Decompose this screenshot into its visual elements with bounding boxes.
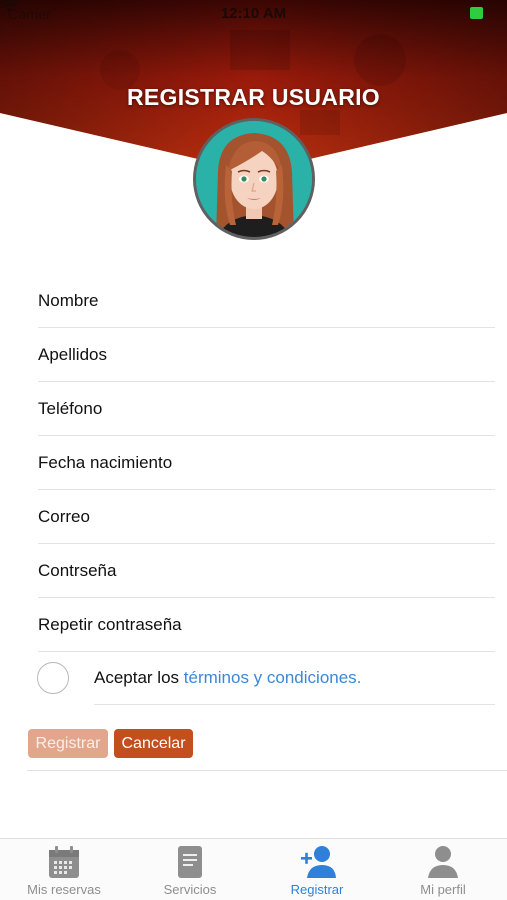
phone-field[interactable]: Teléfono bbox=[38, 382, 495, 436]
tab-registrar-label: Registrar bbox=[290, 882, 344, 897]
tab-registrar[interactable]: Registrar bbox=[254, 839, 380, 900]
password-field[interactable]: Contrseña bbox=[38, 544, 495, 598]
battery-icon bbox=[470, 7, 483, 19]
email-field[interactable]: Correo bbox=[38, 490, 495, 544]
status-time: 12:10 AM bbox=[220, 5, 287, 22]
registration-form: Nombre Apellidos Teléfono Fecha nacimien… bbox=[0, 274, 507, 652]
name-field-label: Nombre bbox=[38, 291, 99, 310]
terms-divider bbox=[94, 704, 495, 705]
phone-field-label: Teléfono bbox=[38, 399, 103, 418]
terms-checkbox[interactable] bbox=[37, 662, 69, 694]
terms-link[interactable]: términos y condiciones. bbox=[184, 668, 362, 687]
avatar-portrait-icon bbox=[196, 121, 312, 237]
status-bar: Carrier 12:10 AM bbox=[0, 0, 507, 28]
tab-bar: Mis reservas Servicios Registrar Mi perf… bbox=[0, 838, 507, 900]
terms-row: Aceptar los términos y condiciones. bbox=[0, 651, 507, 705]
tab-servicios[interactable]: Servicios bbox=[127, 839, 253, 900]
repeat-password-field[interactable]: Repetir contraseña bbox=[38, 598, 495, 652]
surname-field-label: Apellidos bbox=[38, 345, 107, 364]
surname-field[interactable]: Apellidos bbox=[38, 328, 495, 382]
cancel-button[interactable]: Cancelar bbox=[114, 729, 193, 758]
register-button[interactable]: Registrar bbox=[28, 729, 108, 758]
terms-prefix: Aceptar los bbox=[94, 668, 184, 687]
password-field-label: Contrseña bbox=[38, 561, 117, 580]
tab-mis-reservas[interactable]: Mis reservas bbox=[1, 839, 127, 900]
person-icon bbox=[428, 846, 458, 878]
birthdate-field[interactable]: Fecha nacimiento bbox=[38, 436, 495, 490]
add-user-icon bbox=[301, 846, 336, 878]
document-icon bbox=[178, 846, 202, 878]
tab-servicios-label: Servicios bbox=[163, 882, 217, 897]
page-title: REGISTRAR USUARIO bbox=[126, 84, 380, 110]
tab-mi-perfil-label: Mi perfil bbox=[420, 882, 466, 897]
email-field-label: Correo bbox=[38, 507, 90, 526]
birthdate-field-label: Fecha nacimiento bbox=[38, 453, 173, 472]
repeat-password-field-label: Repetir contraseña bbox=[38, 615, 182, 634]
terms-text: Aceptar los términos y condiciones. bbox=[94, 668, 361, 688]
name-field[interactable]: Nombre bbox=[38, 274, 495, 328]
avatar[interactable] bbox=[193, 118, 315, 240]
tab-mi-perfil[interactable]: Mi perfil bbox=[380, 839, 506, 900]
calendar-icon bbox=[49, 846, 79, 878]
tab-mis-reservas-label: Mis reservas bbox=[27, 882, 101, 897]
form-divider bbox=[27, 770, 507, 771]
